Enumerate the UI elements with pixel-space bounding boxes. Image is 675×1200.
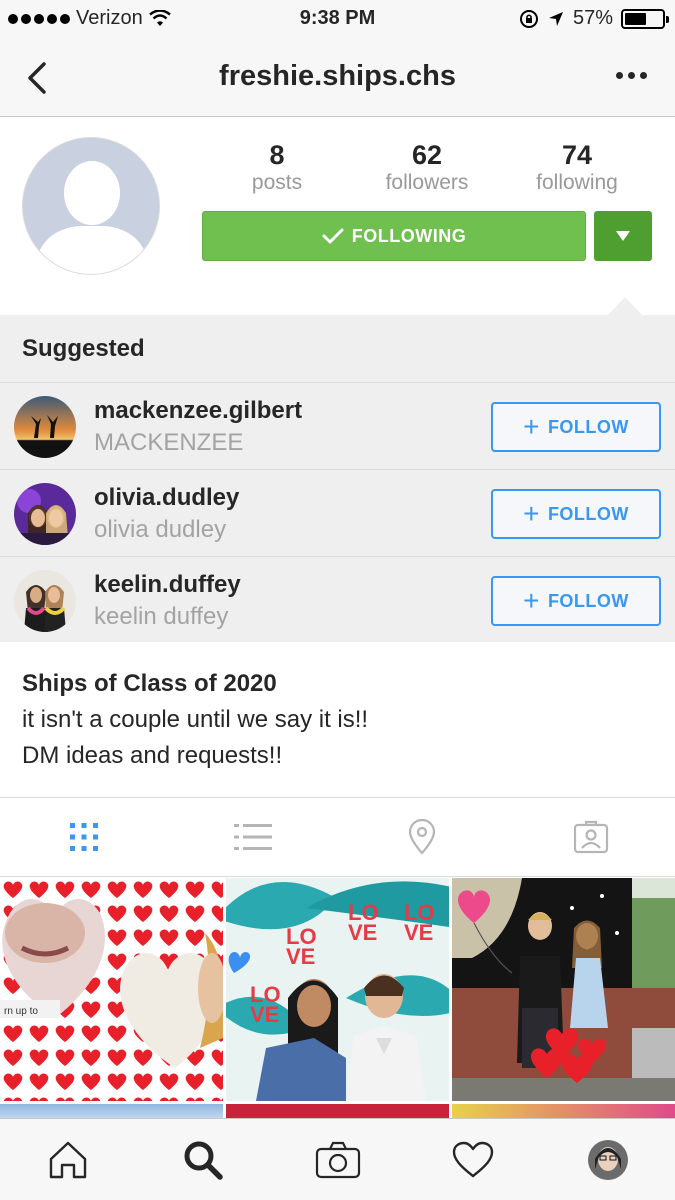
tab-list[interactable] <box>169 798 338 876</box>
plus-icon: + <box>523 585 540 616</box>
profile-view-tabs <box>0 797 675 877</box>
bottom-tab-bar <box>0 1118 675 1200</box>
list-icon <box>234 824 273 850</box>
posts-label: posts <box>251 171 303 194</box>
plus-icon: + <box>523 411 540 442</box>
location-icon <box>548 11 563 26</box>
svg-text:VE: VE <box>250 1002 279 1027</box>
grid-icon <box>70 823 99 851</box>
followers-count: 62 <box>411 140 443 170</box>
suggested-username[interactable]: mackenzee.gilbert <box>94 397 302 425</box>
svg-text:VE: VE <box>404 920 433 945</box>
follow-button[interactable]: + FOLLOW <box>491 576 661 626</box>
follow-button[interactable]: + FOLLOW <box>491 489 661 539</box>
bio-line: DM ideas and requests!! <box>22 742 283 769</box>
checkmark-icon <box>322 228 344 244</box>
profile-display-name: Ships of Class of 2020 <box>22 670 277 697</box>
suggested-user-avatar[interactable] <box>14 483 76 545</box>
bio-line: it isn't a couple until we say it is!! <box>22 706 369 733</box>
posts-count: 8 <box>269 140 285 170</box>
tab-tagged[interactable] <box>506 798 675 876</box>
rotation-lock-icon <box>519 9 538 28</box>
tab-search[interactable] <box>135 1119 270 1200</box>
home-icon <box>49 1141 86 1178</box>
followers-label: followers <box>385 171 469 194</box>
svg-text:VE: VE <box>286 944 315 969</box>
profile-avatar[interactable] <box>22 137 160 275</box>
photo-tile[interactable] <box>452 878 675 1101</box>
follow-button-label: FOLLOW <box>547 590 629 611</box>
photo-grid: rn up to LO VE LO VE LO VE LO VE <box>0 878 675 1118</box>
tagged-person-icon <box>573 820 608 854</box>
suggested-panel: Suggested mackenzee.gilbert MACKENZEE + … <box>0 315 675 642</box>
suggested-full-name: MACKENZEE <box>94 429 244 456</box>
photo-caption: rn up to <box>4 1006 38 1017</box>
nav-bar: freshie.ships.chs <box>0 38 675 117</box>
follow-button-label: FOLLOW <box>547 503 629 524</box>
suggested-username[interactable]: olivia.dudley <box>94 484 239 512</box>
battery-percent: 57% <box>572 7 613 29</box>
suggested-username[interactable]: keelin.duffey <box>94 571 241 599</box>
photo-tile[interactable]: rn up to <box>0 878 223 1101</box>
suggested-user-row[interactable]: olivia.dudley olivia dudley + FOLLOW <box>0 470 675 556</box>
suggested-full-name: keelin duffey <box>94 603 229 630</box>
suggested-user-avatar[interactable] <box>14 396 76 458</box>
posts-stat[interactable]: 8 posts <box>202 139 352 195</box>
location-pin-icon <box>408 819 435 855</box>
tab-profile[interactable] <box>540 1119 675 1200</box>
suggested-user-avatar[interactable] <box>14 570 76 632</box>
triangle-down-icon <box>616 231 630 241</box>
more-options-icon[interactable] <box>616 72 647 79</box>
following-button-label: FOLLOWING <box>351 225 467 246</box>
following-button[interactable]: FOLLOWING <box>202 211 586 261</box>
camera-icon <box>315 1141 360 1178</box>
suggested-user-row[interactable]: keelin.duffey keelin duffey + FOLLOW <box>0 557 675 643</box>
profile-username-title: freshie.ships.chs <box>219 60 456 92</box>
suggested-heading: Suggested <box>22 335 145 362</box>
profile-bio: Ships of Class of 2020 it isn't a couple… <box>22 666 368 774</box>
following-label: following <box>536 171 618 194</box>
follow-button-label: FOLLOW <box>547 416 629 437</box>
tab-grid[interactable] <box>0 798 169 876</box>
follow-button[interactable]: + FOLLOW <box>491 402 661 452</box>
suggestions-dropdown-button[interactable] <box>594 211 652 261</box>
heart-icon <box>452 1141 493 1177</box>
search-icon <box>184 1141 223 1180</box>
battery-icon <box>621 8 669 29</box>
suggested-user-row[interactable]: mackenzee.gilbert MACKENZEE + FOLLOW <box>0 383 675 469</box>
default-avatar-icon <box>23 138 159 274</box>
profile-avatar-small <box>587 1139 628 1180</box>
status-bar: Verizon 9:38 PM 57% <box>0 0 675 38</box>
tab-map[interactable] <box>338 798 507 876</box>
suggestions-caret <box>608 297 642 315</box>
tab-camera[interactable] <box>270 1119 405 1200</box>
plus-icon: + <box>523 498 540 529</box>
profile-stats: 8 posts 62 followers 74 following <box>202 139 652 195</box>
photo-tile[interactable]: LO VE LO VE LO VE LO VE <box>226 878 449 1101</box>
tab-home[interactable] <box>0 1119 135 1200</box>
tab-activity[interactable] <box>405 1119 540 1200</box>
following-stat[interactable]: 74 following <box>502 139 652 195</box>
following-count: 74 <box>561 140 593 170</box>
followers-stat[interactable]: 62 followers <box>352 139 502 195</box>
svg-text:VE: VE <box>348 920 377 945</box>
suggested-full-name: olivia dudley <box>94 516 227 543</box>
